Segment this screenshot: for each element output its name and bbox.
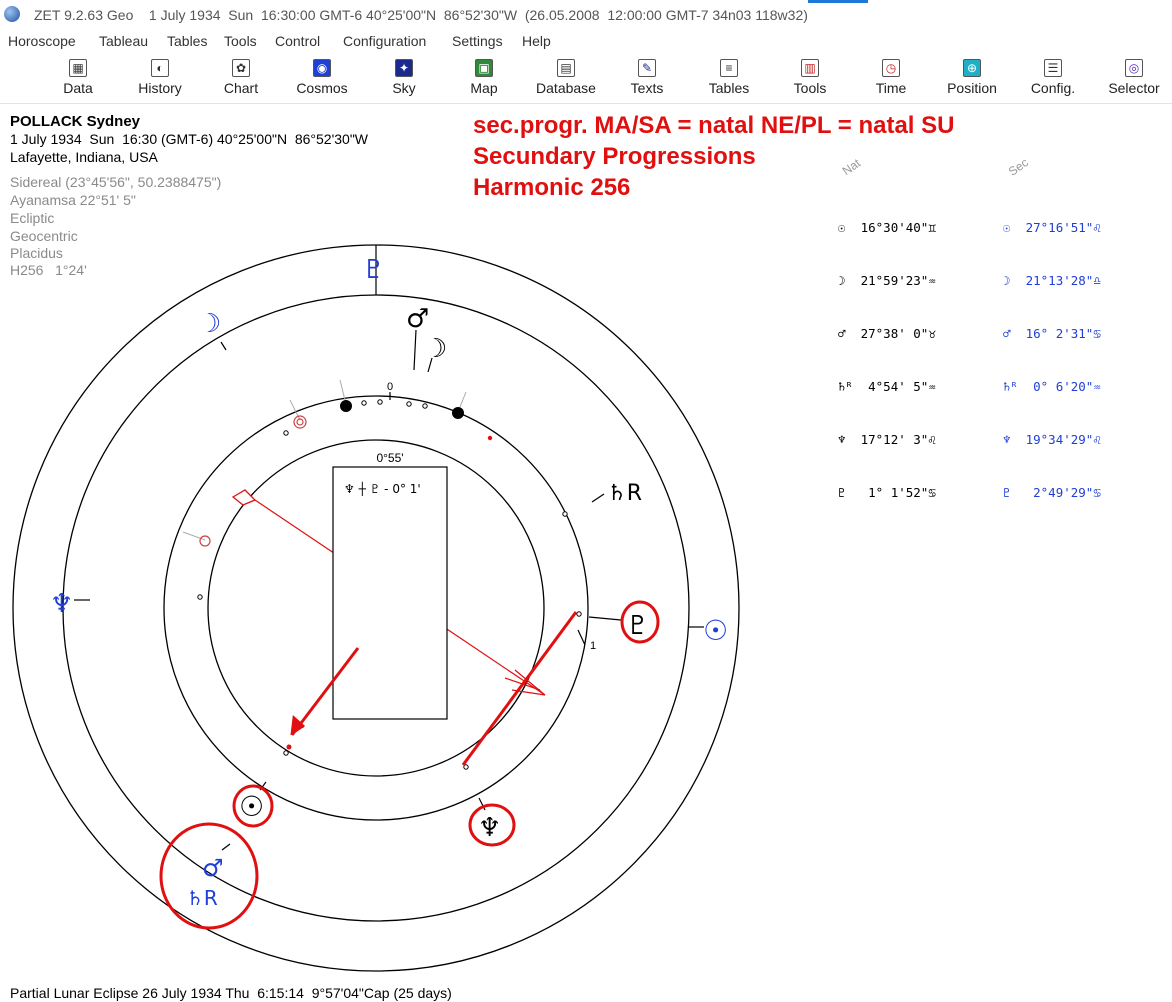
open-point	[283, 430, 289, 436]
annotation-line-right	[461, 611, 578, 766]
mars-natal-glyph: ♂	[406, 304, 429, 334]
mars-nat-line	[413, 329, 417, 371]
open-point	[406, 401, 412, 407]
neptune-sec-glyph: ♆	[50, 589, 73, 619]
pluto-sec-glyph: ♇	[362, 255, 385, 285]
saturn-nat-tick	[591, 493, 605, 503]
saturn-retrograde-sec-glyph: ♄R	[186, 886, 218, 910]
moon-sec-glyph: ☽	[198, 309, 221, 339]
red-point	[487, 435, 493, 441]
pluto-nat-tick	[588, 616, 622, 621]
sun-natal-glyph: ☉	[239, 790, 264, 823]
midpoint-info-box	[332, 466, 448, 720]
sun-sec-glyph: ☉	[703, 614, 728, 647]
red-ring-marker	[199, 535, 211, 547]
open-point	[576, 611, 582, 617]
filled-point	[452, 407, 464, 419]
moon-natal-glyph: ☽	[424, 334, 447, 364]
box-text: ♆ ┼ ♇ - 0° 1'	[344, 481, 421, 496]
mars-sec-tick	[221, 843, 231, 851]
tick-zero-label: 0	[387, 381, 393, 393]
scale-tick-one	[577, 629, 586, 646]
saturn-retrograde-natal-glyph: ♄R	[607, 481, 642, 506]
harmonic-chart-wheel: 0°55' ♆ ┼ ♇ - 0° 1' 0 1 ♂ ☽ ♄R ♇ ♆ ☉ ♇ ☽…	[12, 244, 740, 972]
neptune-natal-glyph: ♆	[478, 813, 501, 843]
box-label: 0°55'	[376, 451, 403, 465]
open-point	[197, 594, 203, 600]
moon-sec-tick	[220, 341, 227, 351]
tick-one-label: 1	[590, 640, 596, 652]
gray-tick	[182, 531, 206, 541]
status-footer: Partial Lunar Eclipse 26 July 1934 Thu 6…	[10, 985, 452, 1001]
open-point	[361, 400, 367, 406]
open-point	[422, 403, 428, 409]
mars-sec-glyph: ♂	[202, 854, 224, 882]
red-point	[286, 744, 292, 750]
open-point	[377, 399, 383, 405]
filled-point	[340, 400, 352, 412]
open-point	[283, 750, 289, 756]
red-ring-marker	[293, 415, 307, 429]
open-point	[562, 511, 568, 517]
midpoint-diamond	[231, 489, 257, 506]
